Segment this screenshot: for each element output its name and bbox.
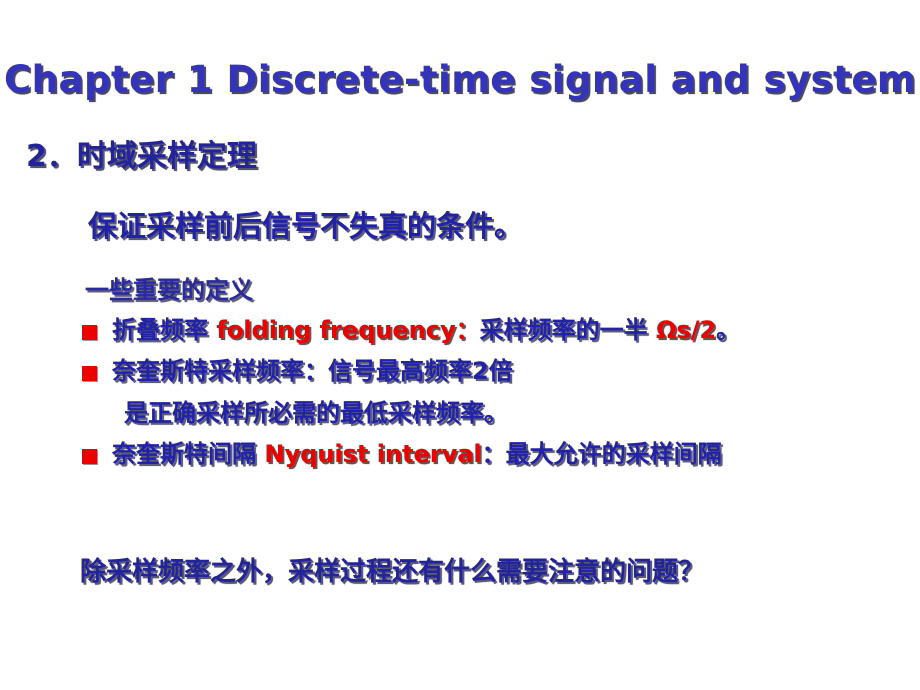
bullet-1-text: 折叠频率 folding frequency：采样频率的一半 Ωs/2。: [112, 316, 740, 345]
closing-question: 除采样频率之外，采样过程还有什么需要注意的问题？: [80, 557, 705, 587]
section-heading: 2．时域采样定理: [26, 139, 257, 174]
bullet-3-text: 奈奎斯特间隔 Nyquist interval：最大允许的采样间隔: [112, 440, 722, 469]
definitions-subheader: 一些重要的定义: [85, 276, 253, 304]
bullet-1-seg-2: 采样频率的一半: [479, 316, 656, 344]
bullet-2-seg-0: 奈奎斯特采样频率：信号最高频率2倍: [112, 357, 513, 386]
bullet-1-seg-4: 。: [716, 316, 741, 344]
bullet-3-seg-0: 奈奎斯特间隔: [112, 439, 265, 468]
red-square-bullet-icon: [82, 366, 97, 382]
bullet-3-seg-2: ：最大允许的采样间隔: [481, 439, 722, 468]
bullet-1-seg-0: 折叠频率: [112, 316, 217, 344]
bullet-2-text: 奈奎斯特采样频率：信号最高频率2倍: [112, 357, 513, 386]
bullet-1-seg-3: Ωs/2: [655, 316, 717, 344]
list-item: 奈奎斯特采样频率：信号最高频率2倍: [82, 357, 912, 386]
red-square-bullet-icon: [82, 325, 97, 340]
list-item: 奈奎斯特间隔 Nyquist interval：最大允许的采样间隔: [82, 440, 912, 469]
list-item-continuation: 是正确采样所必需的最低采样频率。: [82, 399, 912, 428]
red-square-bullet-icon: [82, 448, 97, 464]
presentation-slide: Chapter 1 Discrete-time signal and syste…: [0, 0, 920, 690]
bullet-3-seg-1: Nyquist interval: [264, 439, 482, 468]
bullet-2-continuation-text: 是正确采样所必需的最低采样频率。: [124, 398, 508, 427]
definitions-bullet-list: 折叠频率 folding frequency：采样频率的一半 Ωs/2。 奈奎斯…: [82, 316, 912, 481]
slide-title: Chapter 1 Discrete-time signal and syste…: [4, 58, 916, 101]
bullet-1-seg-1: folding frequency：: [216, 316, 480, 344]
statement-line: 保证采样前后信号不失真的条件。: [88, 209, 524, 243]
list-item: 折叠频率 folding frequency：采样频率的一半 Ωs/2。: [82, 316, 912, 345]
